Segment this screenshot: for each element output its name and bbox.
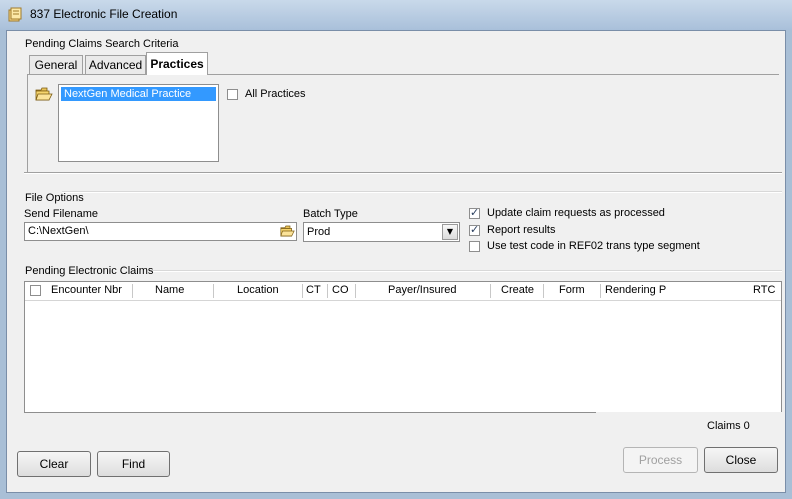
batch-type-label: Batch Type xyxy=(303,208,358,220)
column-divider[interactable] xyxy=(213,284,214,298)
search-criteria-label: Pending Claims Search Criteria xyxy=(25,38,179,50)
close-button[interactable]: Close xyxy=(704,447,778,473)
dropdown-arrow-icon[interactable]: ▼ xyxy=(442,224,458,240)
tab-advanced[interactable]: Advanced xyxy=(85,55,146,74)
window-border xyxy=(786,30,792,499)
column-header-location[interactable]: Location xyxy=(237,284,279,296)
column-divider[interactable] xyxy=(490,284,491,298)
clear-button[interactable]: Clear xyxy=(17,451,91,477)
batch-type-value: Prod xyxy=(307,226,331,238)
select-all-checkbox[interactable] xyxy=(30,285,41,296)
open-folder-icon[interactable] xyxy=(35,86,53,102)
send-filename-input[interactable]: C:\NextGen\ xyxy=(24,222,297,241)
list-item[interactable]: NextGen Medical Practice xyxy=(61,87,216,101)
app-icon xyxy=(8,7,22,22)
send-filename-value: C:\NextGen\ xyxy=(28,225,89,237)
main-window: 837 Electronic File Creation Pending Cla… xyxy=(0,0,792,499)
column-header-co[interactable]: CO xyxy=(332,284,349,296)
column-divider[interactable] xyxy=(543,284,544,298)
column-header-form[interactable]: Form xyxy=(559,284,585,296)
tab-practices[interactable]: Practices xyxy=(146,52,208,75)
column-header-create[interactable]: Create xyxy=(501,284,534,296)
practices-listbox[interactable]: NextGen Medical Practice xyxy=(58,84,219,162)
column-divider[interactable] xyxy=(355,284,356,298)
report-results-checkbox[interactable] xyxy=(469,223,480,236)
update-claims-label: Update claim requests as processed xyxy=(487,207,665,219)
process-button[interactable]: Process xyxy=(623,447,698,473)
use-test-code-checkbox[interactable] xyxy=(469,241,480,252)
claims-grid[interactable]: Encounter Nbr Name Location CT CO Payer/… xyxy=(24,281,782,413)
file-options-label: File Options xyxy=(25,192,84,204)
pending-claims-label: Pending Electronic Claims xyxy=(25,265,154,277)
column-header-name[interactable]: Name xyxy=(155,284,184,296)
report-results-label: Report results xyxy=(487,224,556,236)
divider xyxy=(24,172,782,174)
column-header-payer-insured[interactable]: Payer/Insured xyxy=(388,284,456,296)
window-title: 837 Electronic File Creation xyxy=(30,7,178,21)
update-claims-checkbox[interactable] xyxy=(469,206,480,219)
divider xyxy=(150,270,782,272)
column-header-rendering[interactable]: Rendering P xyxy=(605,284,666,296)
column-header-ct[interactable]: CT xyxy=(306,284,321,296)
status-area: Claims 0 xyxy=(596,412,782,439)
batch-type-select[interactable]: Prod ▼ xyxy=(303,222,460,242)
all-practices-label: All Practices xyxy=(245,88,306,100)
use-test-code-label: Use test code in REF02 trans type segmen… xyxy=(487,240,700,252)
tab-general[interactable]: General xyxy=(29,55,83,74)
send-filename-label: Send Filename xyxy=(24,208,98,220)
column-divider[interactable] xyxy=(327,284,328,298)
claims-count: Claims 0 xyxy=(707,420,750,432)
column-divider[interactable] xyxy=(302,284,303,298)
column-header-encounter-nbr[interactable]: Encounter Nbr xyxy=(51,284,122,296)
find-button[interactable]: Find xyxy=(97,451,170,477)
browse-folder-icon[interactable] xyxy=(280,224,295,238)
divider xyxy=(62,191,782,193)
column-header-rtc[interactable]: RTC xyxy=(753,284,775,296)
title-bar: 837 Electronic File Creation xyxy=(0,0,792,30)
grid-header: Encounter Nbr Name Location CT CO Payer/… xyxy=(25,282,781,301)
all-practices-checkbox[interactable] xyxy=(227,89,238,100)
column-divider[interactable] xyxy=(132,284,133,298)
column-divider[interactable] xyxy=(600,284,601,298)
